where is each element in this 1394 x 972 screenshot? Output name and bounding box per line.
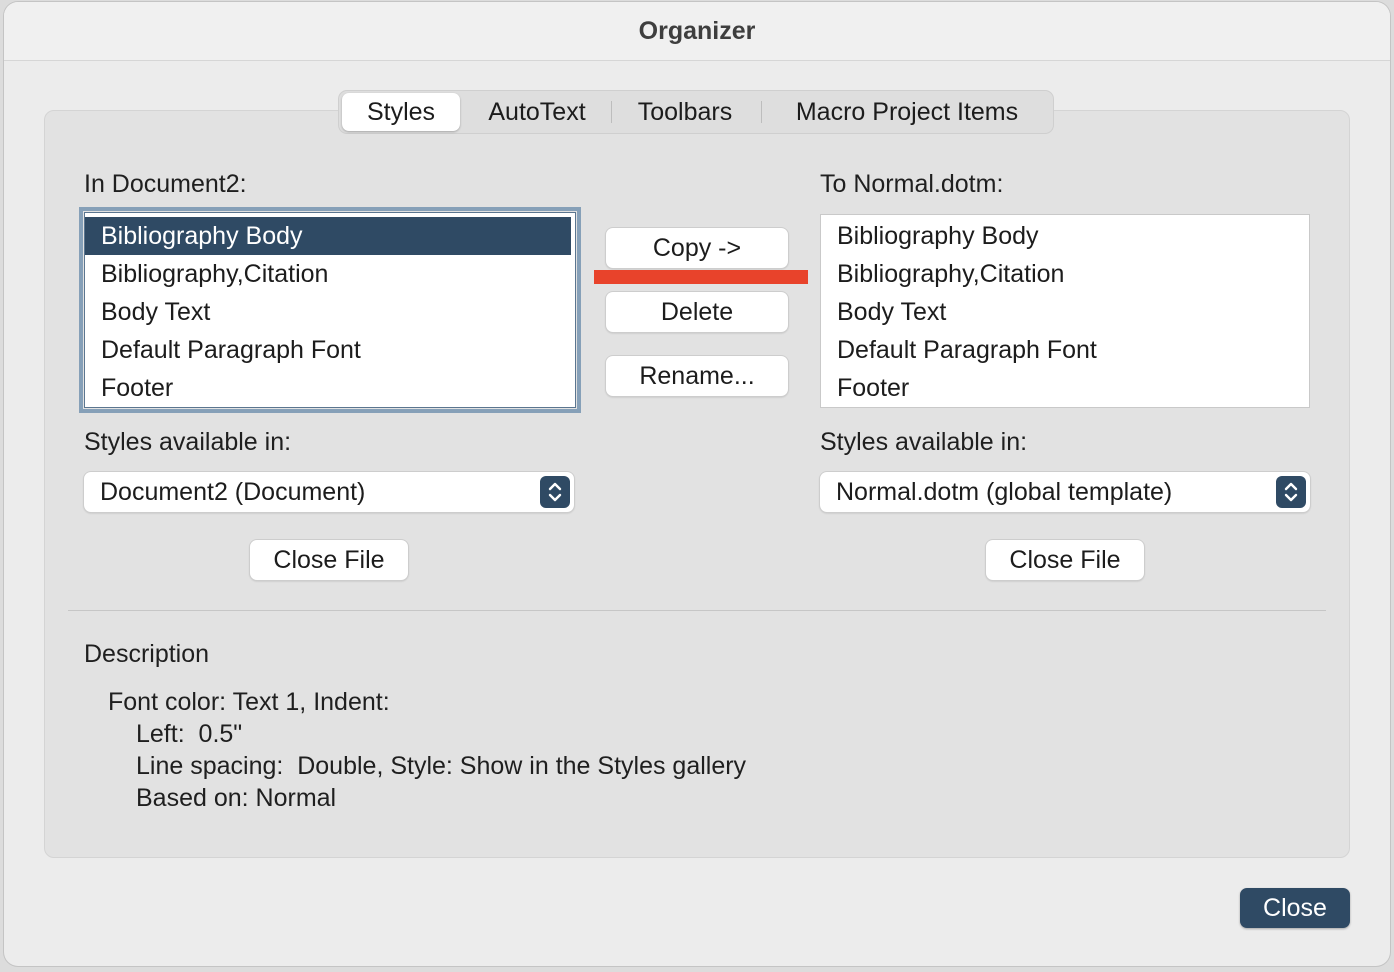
- close-button[interactable]: Close: [1240, 888, 1350, 928]
- list-item[interactable]: Default Paragraph Font: [821, 331, 1307, 369]
- title-bar: Organizer: [4, 2, 1390, 61]
- tab-bar: Styles AutoText Toolbars Macro Project I…: [338, 90, 1054, 134]
- right-close-file-button[interactable]: Close File: [986, 540, 1144, 580]
- up-down-chevron-icon: [1276, 476, 1306, 508]
- list-item[interactable]: Footer: [85, 369, 571, 407]
- list-item[interactable]: Default Paragraph Font: [85, 331, 571, 369]
- left-available-label: Styles available in:: [84, 428, 292, 456]
- list-item[interactable]: Bibliography,Citation: [821, 255, 1307, 293]
- description-line: Font color: Text 1, Indent:: [108, 688, 390, 716]
- tab-autotext[interactable]: AutoText: [467, 91, 607, 133]
- description-line: Left: 0.5": [136, 720, 243, 748]
- right-available-label: Styles available in:: [820, 428, 1028, 456]
- list-item[interactable]: Footer: [821, 369, 1307, 407]
- up-down-chevron-icon: [540, 476, 570, 508]
- left-available-value: Document2 (Document): [100, 478, 366, 506]
- left-list-label: In Document2:: [84, 170, 247, 198]
- right-styles-list[interactable]: Bibliography Body Bibliography,Citation …: [820, 214, 1310, 408]
- list-item[interactable]: Body Text: [85, 293, 571, 331]
- description-line: Based on: Normal: [136, 784, 337, 812]
- right-available-select[interactable]: Normal.dotm (global template): [820, 472, 1310, 512]
- tab-toolbars[interactable]: Toolbars: [615, 91, 755, 133]
- tab-styles[interactable]: Styles: [342, 93, 460, 131]
- list-item[interactable]: Bibliography,Citation: [85, 255, 571, 293]
- list-item[interactable]: Bibliography Body: [85, 217, 571, 255]
- section-divider: [68, 610, 1326, 611]
- right-available-value: Normal.dotm (global template): [836, 478, 1173, 506]
- left-styles-list[interactable]: Bibliography Body Bibliography,Citation …: [79, 207, 581, 413]
- right-list-label: To Normal.dotm:: [820, 170, 1004, 198]
- copy-button[interactable]: Copy ->: [606, 228, 788, 268]
- organizer-dialog: Organizer Styles AutoText Toolbars Macro…: [4, 2, 1390, 966]
- rename-button[interactable]: Rename...: [606, 356, 788, 396]
- left-close-file-button[interactable]: Close File: [250, 540, 408, 580]
- description-heading: Description: [84, 640, 210, 668]
- tab-separator: [761, 101, 762, 123]
- list-item[interactable]: Bibliography Body: [821, 217, 1307, 255]
- tab-separator: [611, 101, 612, 123]
- left-available-select[interactable]: Document2 (Document): [84, 472, 574, 512]
- delete-button[interactable]: Delete: [606, 292, 788, 332]
- description-line: Line spacing: Double, Style: Show in the…: [136, 752, 747, 780]
- list-item[interactable]: Body Text: [821, 293, 1307, 331]
- annotation-highlight: [594, 270, 808, 284]
- window-title: Organizer: [638, 17, 756, 45]
- tab-macro-project-items[interactable]: Macro Project Items: [765, 91, 1049, 133]
